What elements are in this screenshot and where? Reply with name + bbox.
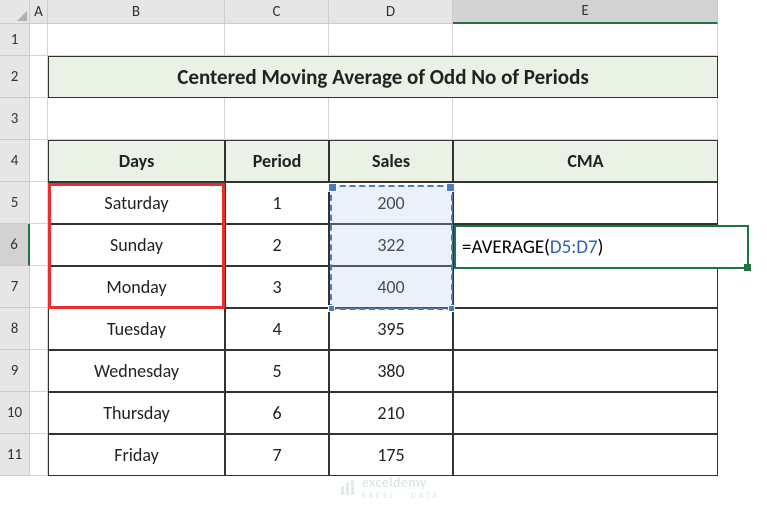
cell-C7[interactable]: 3 [225, 266, 329, 308]
cell-C3[interactable] [225, 98, 329, 140]
cell-B1[interactable] [48, 24, 225, 56]
col-header-B[interactable]: B [48, 0, 225, 24]
cell-A9[interactable] [30, 350, 48, 392]
cell-E9[interactable] [453, 350, 718, 392]
row-header-1[interactable]: 1 [0, 24, 30, 56]
row-header-7[interactable]: 7 [0, 266, 30, 308]
spreadsheet-grid: 1 2 3 4 5 6 7 8 9 10 11 A B C D E [0, 0, 767, 476]
cell-E11[interactable] [453, 434, 718, 476]
col-header-D[interactable]: D [329, 0, 453, 24]
cell-A8[interactable] [30, 308, 48, 350]
cell-C11[interactable]: 7 [225, 434, 329, 476]
formula-reference: D5:D7 [550, 236, 598, 259]
cell-D6[interactable]: 322 [329, 224, 453, 266]
cell-E8[interactable] [453, 308, 718, 350]
row-header-3[interactable]: 3 [0, 98, 30, 140]
cell-A6[interactable] [30, 224, 48, 266]
cell-D7[interactable]: 400 [329, 266, 453, 308]
cell-C8[interactable]: 4 [225, 308, 329, 350]
cell-D11[interactable]: 175 [329, 434, 453, 476]
cell-D10[interactable]: 210 [329, 392, 453, 434]
row-header-4[interactable]: 4 [0, 140, 30, 182]
cell-B3[interactable] [48, 98, 225, 140]
header-sales[interactable]: Sales [329, 140, 453, 182]
row-header-10[interactable]: 10 [0, 392, 30, 434]
cell-C1[interactable] [225, 24, 329, 56]
cell-B6[interactable]: Sunday [48, 224, 225, 266]
row-header-2[interactable]: 2 [0, 56, 30, 98]
formula-suffix: ) [598, 236, 604, 259]
row-header-6[interactable]: 6 [0, 224, 30, 266]
cell-D9[interactable]: 380 [329, 350, 453, 392]
cell-C9[interactable]: 5 [225, 350, 329, 392]
row-headers: 1 2 3 4 5 6 7 8 9 10 11 [0, 0, 30, 476]
row-header-5[interactable]: 5 [0, 182, 30, 224]
cell-A5[interactable] [30, 182, 48, 224]
col-header-A[interactable]: A [30, 0, 48, 24]
cell-E1[interactable] [453, 24, 718, 56]
cell-B5[interactable]: Saturday [48, 182, 225, 224]
cell-E7[interactable] [453, 266, 718, 308]
cell-D1[interactable] [329, 24, 453, 56]
cell-E5[interactable] [453, 182, 718, 224]
cell-A7[interactable] [30, 266, 48, 308]
cell-A1[interactable] [30, 24, 48, 56]
select-all-corner[interactable] [0, 0, 30, 24]
col-header-E[interactable]: E [453, 0, 718, 24]
watermark-text: exceldemy [362, 474, 427, 491]
cell-B10[interactable]: Thursday [48, 392, 225, 434]
cell-A11[interactable] [30, 434, 48, 476]
row-header-8[interactable]: 8 [0, 308, 30, 350]
col-header-C[interactable]: C [225, 0, 329, 24]
active-cell-E6[interactable]: =AVERAGE(D5:D7) [454, 225, 749, 269]
cell-D3[interactable] [329, 98, 453, 140]
watermark-sub: EXCEL · DATA · [362, 491, 450, 501]
row-header-11[interactable]: 11 [0, 434, 30, 476]
cell-B11[interactable]: Friday [48, 434, 225, 476]
fill-handle[interactable] [744, 264, 751, 271]
watermark: exceldemy EXCEL · DATA · [340, 474, 450, 501]
formula-prefix: =AVERAGE( [462, 236, 550, 259]
cell-E3[interactable] [453, 98, 718, 140]
cell-C5[interactable]: 1 [225, 182, 329, 224]
cell-A10[interactable] [30, 392, 48, 434]
cell-C6[interactable]: 2 [225, 224, 329, 266]
cell-A3[interactable] [30, 98, 48, 140]
cell-C10[interactable]: 6 [225, 392, 329, 434]
header-cma[interactable]: CMA [453, 140, 718, 182]
cell-B8[interactable]: Tuesday [48, 308, 225, 350]
header-period[interactable]: Period [225, 140, 329, 182]
sheet-area[interactable]: Centered Moving Average of Odd No of Per… [30, 24, 718, 476]
cell-A4[interactable] [30, 140, 48, 182]
cell-B7[interactable]: Monday [48, 266, 225, 308]
header-days[interactable]: Days [48, 140, 225, 182]
cell-B9[interactable]: Wednesday [48, 350, 225, 392]
row-header-9[interactable]: 9 [0, 350, 30, 392]
column-headers: A B C D E [30, 0, 718, 24]
cell-A2[interactable] [30, 56, 48, 98]
cell-D8[interactable]: 395 [329, 308, 453, 350]
cell-E10[interactable] [453, 392, 718, 434]
watermark-icon [340, 480, 356, 496]
cell-D5[interactable]: 200 [329, 182, 453, 224]
title-merged[interactable]: Centered Moving Average of Odd No of Per… [48, 56, 718, 98]
